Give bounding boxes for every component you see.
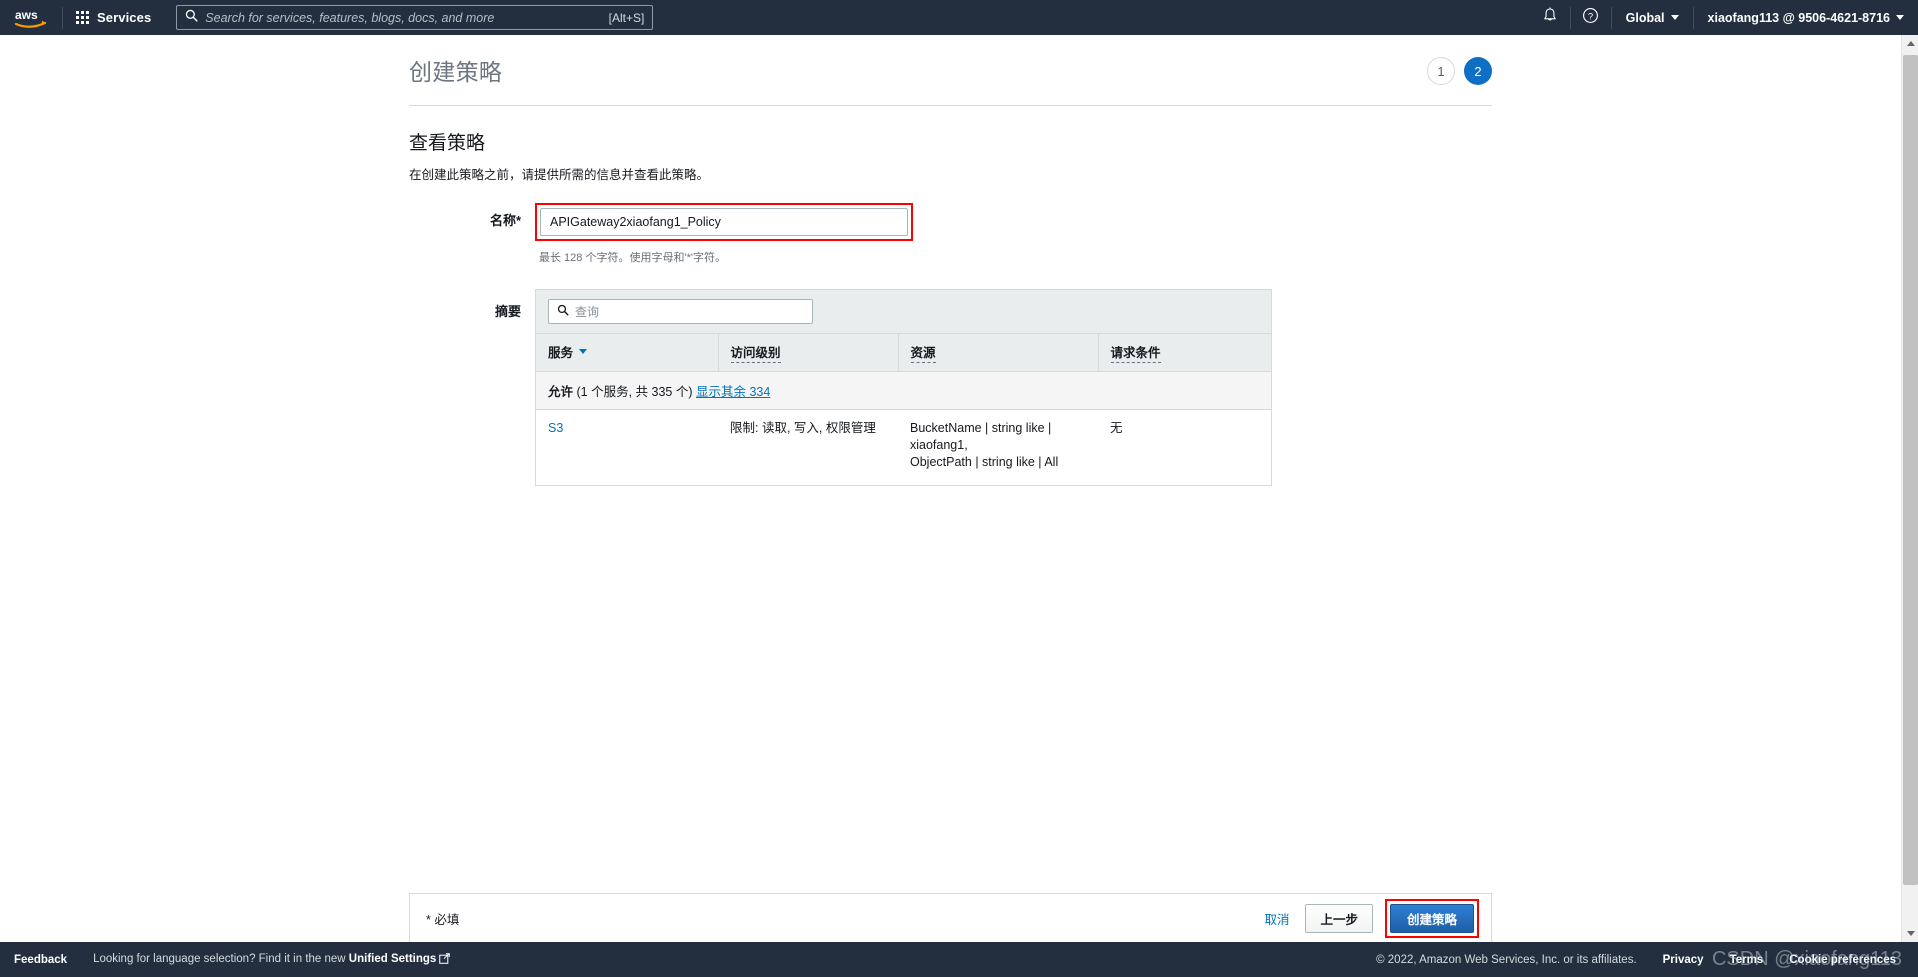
external-link-icon [439, 952, 451, 967]
cell-access-level: 限制: 读取, 写入, 权限管理 [730, 421, 876, 435]
column-header-resource-label: 资源 [910, 342, 936, 363]
topnav-right-cluster: ? Global xiaofang113 @ 9506-4621-8716 [1530, 0, 1918, 35]
svg-text:?: ? [1588, 11, 1593, 22]
scroll-down-button[interactable] [1902, 925, 1918, 942]
show-remaining-link[interactable]: 显示其余 334 [696, 385, 770, 399]
account-label: xiaofang113 @ 9506-4621-8716 [1707, 10, 1890, 25]
global-search-input[interactable]: Search for services, features, blogs, do… [176, 5, 654, 30]
service-link-s3[interactable]: S3 [548, 421, 563, 435]
group-count-label: (1 个服务, 共 335 个) [576, 385, 693, 399]
table-header-row: 服务 访问级别 资源 请求条件 [536, 334, 1271, 372]
permission-group-row: 允许 (1 个服务, 共 335 个) 显示其余 334 [536, 371, 1271, 410]
terms-link[interactable]: Terms [1730, 954, 1764, 966]
create-policy-highlight: 创建策略 [1384, 898, 1479, 938]
language-settings-note: Looking for language selection? Find it … [93, 952, 451, 967]
search-shortcut-hint: [Alt+S] [608, 10, 645, 25]
summary-column: 查询 服务 访问级别 资源 请求条件 允许 (1 个服务, 共 335 个) 显… [535, 289, 1492, 486]
privacy-link[interactable]: Privacy [1663, 954, 1704, 966]
step-1[interactable]: 1 [1427, 57, 1455, 85]
resource-line-2: ObjectPath | string like | All [910, 454, 1059, 469]
summary-search-placeholder: 查询 [575, 305, 600, 319]
footer-right: © 2022, Amazon Web Services, Inc. or its… [1376, 954, 1896, 966]
cookie-preferences-link[interactable]: Cookie preferences [1789, 954, 1896, 966]
top-navigation-bar: aws Services Search for services, featur… [0, 0, 1918, 35]
name-field-label: 名称* [489, 213, 521, 228]
name-field-column: 最长 128 个字符。使用字母和'*'字符。 [535, 203, 1492, 265]
name-field-hint: 最长 128 个字符。使用字母和'*'字符。 [539, 252, 726, 264]
chevron-down-icon [1896, 15, 1904, 20]
group-effect-label: 允许 [548, 385, 574, 399]
column-header-access-level-label: 访问级别 [730, 342, 781, 363]
notifications-button[interactable] [1530, 0, 1570, 35]
page-header: 创建策略 1 2 [409, 35, 1492, 87]
create-policy-button[interactable]: 创建策略 [1389, 903, 1474, 933]
page-title: 创建策略 [409, 59, 503, 85]
search-icon [557, 303, 569, 321]
cell-resource: BucketName | string like | xiaofang1, Ob… [898, 410, 1098, 485]
name-field-highlight [535, 203, 913, 241]
cell-request-condition: 无 [1110, 421, 1123, 435]
cancel-button[interactable]: 取消 [1260, 909, 1293, 928]
help-circle-icon: ? [1582, 7, 1599, 29]
account-menu[interactable]: xiaofang113 @ 9506-4621-8716 [1694, 0, 1918, 35]
chevron-up-icon [1906, 41, 1915, 46]
step-indicator: 1 2 [1427, 53, 1492, 85]
search-icon [185, 9, 198, 27]
footer-left: Feedback Looking for language selection?… [14, 952, 451, 967]
copyright-text: © 2022, Amazon Web Services, Inc. or its… [1376, 953, 1637, 966]
chevron-down-icon [1670, 15, 1679, 20]
name-form-row: 名称* 最长 128 个字符。使用字母和'*'字符。 [409, 203, 1492, 265]
summary-search-input[interactable]: 查询 [548, 299, 813, 324]
summary-table: 服务 访问级别 资源 请求条件 允许 (1 个服务, 共 335 个) 显示其余… [536, 334, 1271, 485]
column-header-resource[interactable]: 资源 [898, 334, 1099, 372]
cell-service: S3 [536, 410, 718, 485]
policy-name-input[interactable] [540, 208, 908, 236]
column-header-request-condition-label: 请求条件 [1110, 342, 1161, 363]
chevron-down-icon [1906, 931, 1915, 936]
page-footer: Feedback Looking for language selection?… [0, 942, 1918, 977]
scrollbar-thumb[interactable] [1903, 55, 1918, 885]
svg-text:aws: aws [15, 8, 38, 22]
region-label: Global [1625, 10, 1665, 25]
region-selector[interactable]: Global [1612, 0, 1693, 35]
summary-search-bar: 查询 [536, 290, 1271, 334]
resource-line-1: BucketName | string like | xiaofang1, [910, 421, 1052, 452]
help-button[interactable]: ? [1571, 0, 1611, 35]
global-search-placeholder: Search for services, features, blogs, do… [205, 10, 495, 25]
unified-settings-link[interactable]: Unified Settings [349, 953, 437, 965]
summary-table-body: 允许 (1 个服务, 共 335 个) 显示其余 334 S3 限制: 读取, … [536, 371, 1271, 485]
global-search-wrapper: Search for services, features, blogs, do… [176, 5, 654, 30]
scroll-up-button[interactable] [1902, 35, 1918, 52]
services-menu-button[interactable]: Services [63, 0, 164, 35]
language-note-text: Looking for language selection? Find it … [93, 952, 349, 965]
grid-icon [76, 11, 89, 24]
required-note: * 必填 [426, 912, 460, 927]
services-label: Services [97, 10, 152, 25]
summary-form-row: 摘要 查询 服务 访问级别 资源 请求条件 允许 (1 个服务, 共 335 个… [409, 289, 1492, 486]
section-description: 在创建此策略之前，请提供所需的信息并查看此策略。 [409, 168, 710, 182]
permission-group-cell: 允许 (1 个服务, 共 335 个) 显示其余 334 [536, 371, 1271, 410]
section-title: 查看策略 [409, 133, 486, 154]
summary-table-head: 服务 访问级别 资源 请求条件 [536, 334, 1271, 372]
column-header-service[interactable]: 服务 [536, 334, 719, 372]
feedback-link[interactable]: Feedback [14, 954, 67, 966]
page-body: 创建策略 1 2 查看策略 在创建此策略之前，请提供所需的信息并查看此策略。 名… [0, 35, 1918, 942]
header-divider [409, 105, 1492, 106]
summary-label: 摘要 [494, 304, 521, 319]
content-panel: 创建策略 1 2 查看策略 在创建此策略之前，请提供所需的信息并查看此策略。 名… [409, 35, 1492, 486]
summary-panel: 查询 服务 访问级别 资源 请求条件 允许 (1 个服务, 共 335 个) 显… [535, 289, 1272, 486]
action-buttons: 取消 上一步 创建策略 [1260, 898, 1479, 938]
page-scrollbar[interactable] [1901, 35, 1918, 942]
table-row: S3 限制: 读取, 写入, 权限管理 BucketName | string … [536, 410, 1271, 485]
column-header-access-level[interactable]: 访问级别 [718, 334, 899, 372]
sort-descending-icon [579, 349, 588, 354]
column-header-service-label: 服务 [548, 346, 574, 360]
previous-step-button[interactable]: 上一步 [1305, 903, 1373, 933]
step-2[interactable]: 2 [1464, 57, 1492, 85]
action-bar: * 必填 取消 上一步 创建策略 [409, 893, 1492, 942]
aws-logo[interactable]: aws [0, 0, 62, 35]
column-header-request-condition[interactable]: 请求条件 [1098, 334, 1271, 372]
bell-icon [1542, 6, 1558, 29]
